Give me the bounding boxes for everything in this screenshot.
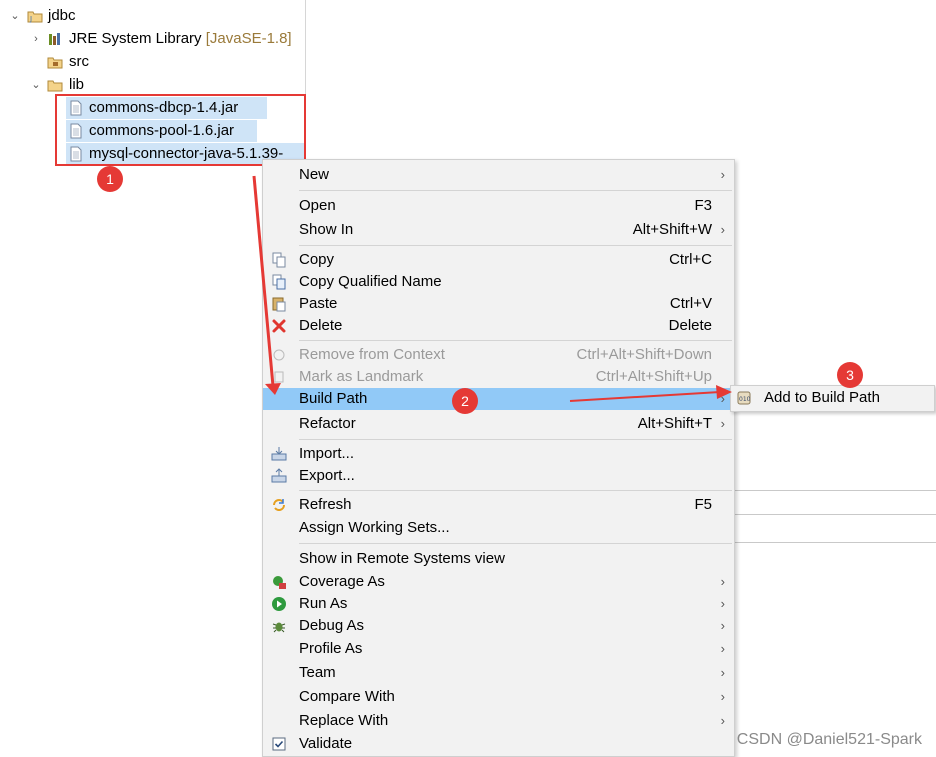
step-badge-2: 2 bbox=[452, 388, 478, 414]
watermark: CSDN @Daniel521-Spark bbox=[736, 731, 922, 748]
annotation-arrows bbox=[252, 175, 732, 402]
arrowhead-2 bbox=[716, 385, 732, 399]
arrowhead-1 bbox=[265, 383, 281, 395]
arrow-line-1 bbox=[252, 175, 275, 387]
arrow-line-2 bbox=[569, 391, 721, 402]
step-badge-3: 3 bbox=[837, 362, 863, 388]
